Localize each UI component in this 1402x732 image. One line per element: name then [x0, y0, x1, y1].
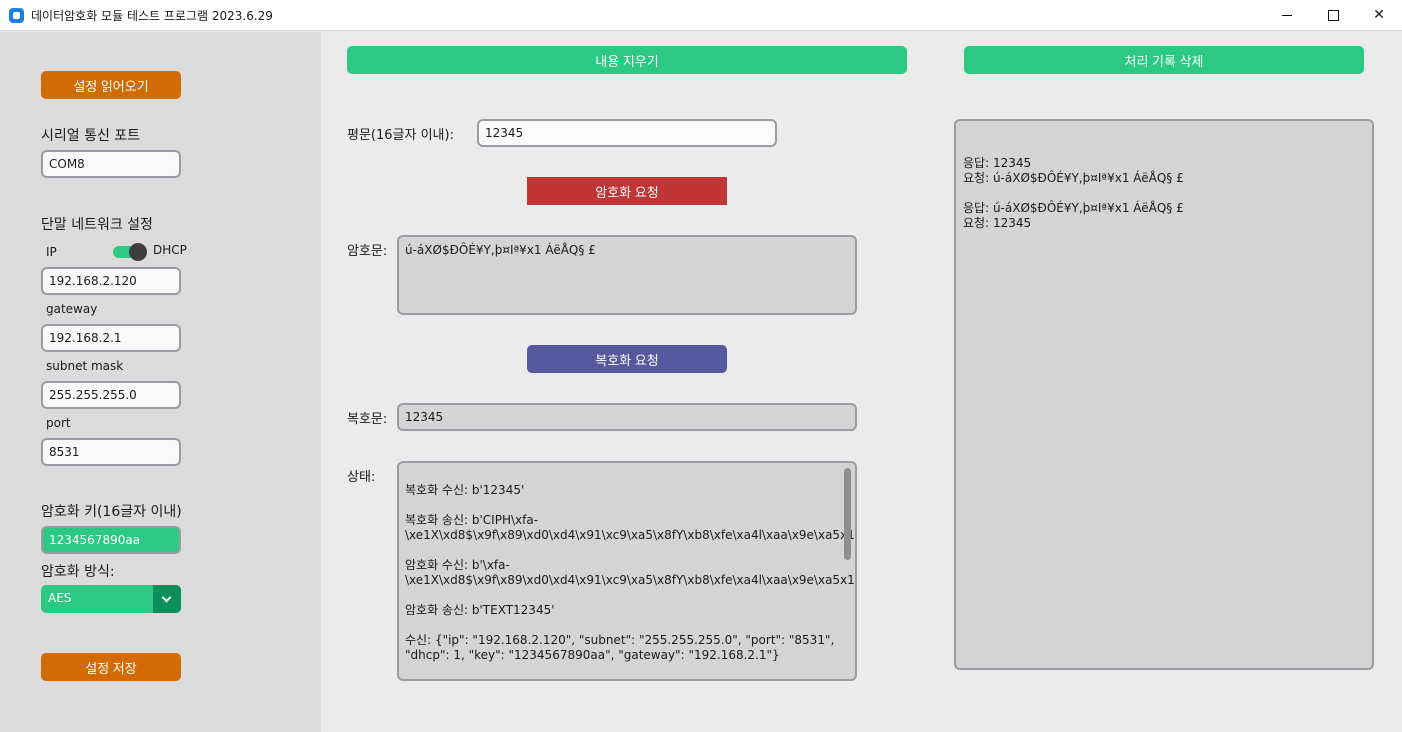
subnet-mask-label: subnet mask: [46, 359, 124, 373]
log-line: 요청: 12345: [963, 216, 1032, 230]
status-line: 복호화 송신: b'CIPH\xfa-\xe1X\xd8$\x9f\x89\xd…: [405, 513, 855, 542]
encryption-method-label: 암호화 방식:: [41, 564, 115, 580]
clear-log-button[interactable]: 처리 기록 삭제: [964, 46, 1364, 74]
close-icon[interactable]: ✕: [1356, 0, 1402, 31]
status-log: 복호화 수신: b'12345' 복호화 송신: b'CIPH\xfa-\xe1…: [405, 483, 857, 678]
ciphertext-box[interactable]: ú-áXØ$ÐÔÉ¥Y,þ¤Iª¥x1 ÁëÅQ§ £: [397, 235, 857, 315]
status-line: 암호화 수신: b'\xfa-\xe1X\xd8$\x9f\x89\xd0\xd…: [405, 558, 857, 587]
log-line: 응답: ú-áXØ$ÐÔÉ¥Y,þ¤Iª¥x1 ÁëÅQ§ £: [963, 201, 1184, 215]
decrypted-label: 복호문:: [347, 412, 388, 427]
log-textbox[interactable]: 응답: 12345 요청: ú-áXØ$ÐÔÉ¥Y,þ¤Iª¥x1 ÁëÅQ§ …: [954, 119, 1374, 670]
status-line: 수신: {"ip": "192.168.2.120", "subnet": "2…: [405, 633, 835, 662]
serial-port-input[interactable]: COM8: [41, 150, 181, 178]
gateway-input[interactable]: 192.168.2.1: [41, 324, 181, 352]
title-bar: 데이터암호화 모듈 테스트 프로그램 2023.6.29 ✕: [0, 0, 1402, 31]
main-panel: 내용 지우기 처리 기록 삭제 평문(16글자 이내): 12345 암호화 요…: [321, 32, 1402, 732]
subnet-mask-input[interactable]: 255.255.255.0: [41, 381, 181, 409]
encryption-key-input[interactable]: 1234567890aa: [41, 526, 181, 554]
encryption-method-select[interactable]: AES: [41, 585, 181, 613]
decrypted-box[interactable]: 12345: [397, 403, 857, 431]
maximize-icon[interactable]: [1310, 0, 1356, 31]
minimize-icon[interactable]: [1264, 0, 1310, 31]
port-input[interactable]: 8531: [41, 438, 181, 466]
load-settings-button[interactable]: 설정 읽어오기: [41, 71, 181, 99]
ip-input[interactable]: 192.168.2.120: [41, 267, 181, 295]
status-label: 상태:: [347, 470, 376, 485]
dhcp-switch[interactable]: [113, 243, 147, 261]
encryption-key-label: 암호화 키(16글자 이내): [41, 504, 182, 520]
encryption-method-value: AES: [48, 591, 72, 605]
ip-label: IP: [46, 245, 57, 259]
plaintext-input[interactable]: 12345: [477, 119, 777, 147]
serial-port-label: 시리얼 통신 포트: [41, 128, 141, 144]
window-title: 데이터암호화 모듈 테스트 프로그램 2023.6.29: [31, 9, 273, 23]
ciphertext-value: ú-áXØ$ÐÔÉ¥Y,þ¤Iª¥x1 ÁëÅQ§ £: [405, 243, 596, 257]
log-line: 요청: ú-áXØ$ÐÔÉ¥Y,þ¤Iª¥x1 ÁëÅQ§ £: [963, 171, 1184, 185]
plaintext-label: 평문(16글자 이내):: [347, 128, 454, 143]
port-label: port: [46, 416, 71, 430]
clear-content-button[interactable]: 내용 지우기: [347, 46, 907, 74]
dhcp-label: DHCP: [153, 243, 187, 257]
status-scrollbar[interactable]: [844, 468, 851, 560]
ciphertext-label: 암호문:: [347, 244, 388, 259]
process-log: 응답: 12345 요청: ú-áXØ$ÐÔÉ¥Y,þ¤Iª¥x1 ÁëÅQ§ …: [963, 156, 1184, 231]
switch-knob[interactable]: [129, 243, 147, 261]
save-settings-button[interactable]: 설정 저장: [41, 653, 181, 681]
gateway-label: gateway: [46, 302, 98, 316]
app-icon: [9, 8, 24, 23]
chevron-down-icon[interactable]: [153, 585, 181, 613]
encrypt-button[interactable]: 암호화 요청: [527, 177, 727, 205]
decrypt-button[interactable]: 복호화 요청: [527, 345, 727, 373]
status-line: 암호화 송신: b'TEXT12345': [405, 603, 555, 617]
status-line: 복호화 수신: b'12345': [405, 483, 525, 497]
decrypted-value: 12345: [405, 410, 444, 424]
settings-sidebar: 설정 읽어오기 시리얼 통신 포트 COM8 단말 네트워크 설정 IP DHC…: [0, 32, 321, 732]
network-settings-label: 단말 네트워크 설정: [41, 217, 153, 233]
status-textbox[interactable]: 복호화 수신: b'12345' 복호화 송신: b'CIPH\xfa-\xe1…: [397, 461, 857, 681]
log-line: 응답: 12345: [963, 156, 1032, 170]
